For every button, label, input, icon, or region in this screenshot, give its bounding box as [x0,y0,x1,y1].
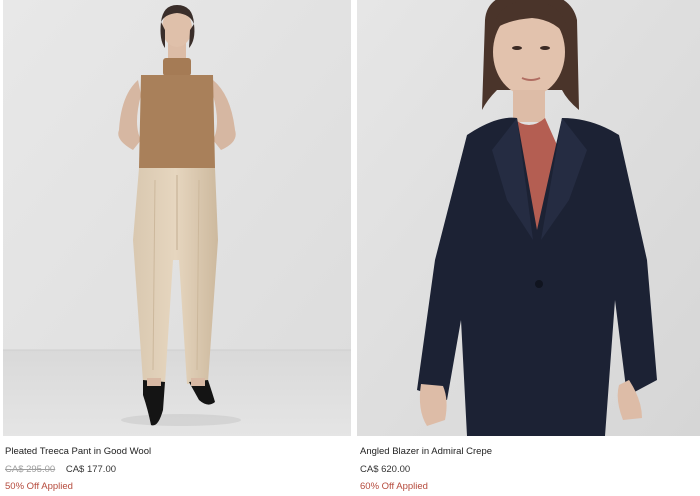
product-image-angled-blazer[interactable] [357,0,700,436]
original-price: CA$ 295.00 [5,464,56,475]
sale-price: CA$ 620.00 [360,464,411,475]
product-info: Angled Blazer in Admiral Crepe CA$ 620.0… [360,436,700,496]
promo-badge: 50% Off Applied [5,481,73,492]
promo-badge: 60% Off Applied [360,481,428,492]
model-photo-blazer [357,0,700,436]
product-name-link[interactable]: Angled Blazer in Admiral Crepe [360,446,492,457]
product-info: Pleated Treeca Pant in Good Wool CA$ 295… [5,436,357,496]
price-row: CA$ 620.00 [360,464,410,475]
product-name-link[interactable]: Pleated Treeca Pant in Good Wool [5,446,151,457]
sale-price: CA$ 177.00 [65,464,117,475]
product-card-angled-blazer[interactable]: Angled Blazer in Admiral Crepe CA$ 620.0… [357,0,700,496]
product-grid: Pleated Treeca Pant in Good Wool CA$ 295… [0,0,700,496]
product-card-treeca-pant[interactable]: Pleated Treeca Pant in Good Wool CA$ 295… [0,0,352,496]
product-image-treeca-pant[interactable] [3,0,351,436]
model-photo-pants [3,0,351,436]
price-row: CA$ 295.00 CA$ 177.00 [5,464,116,475]
